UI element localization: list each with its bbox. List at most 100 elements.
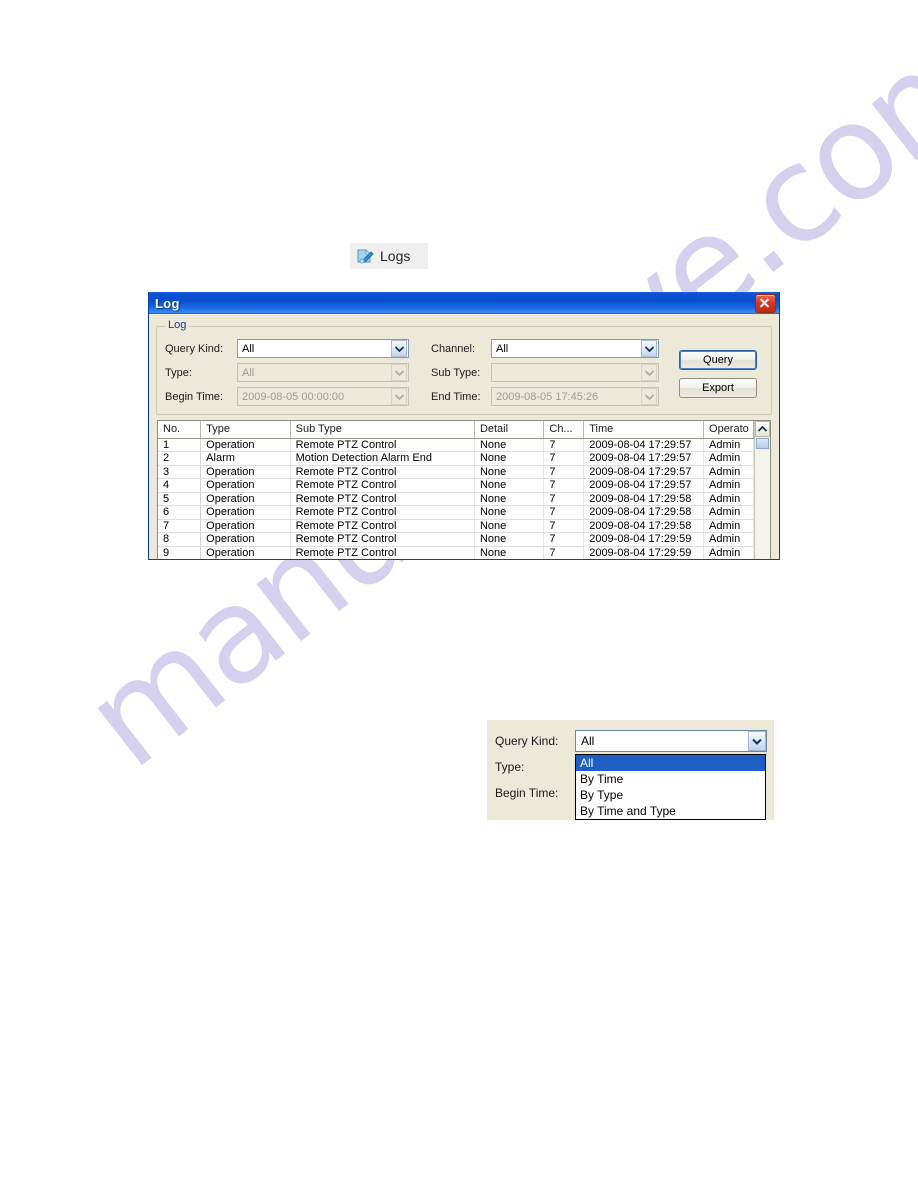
begin-time-label: Begin Time: bbox=[165, 390, 224, 403]
table-cell: Operation bbox=[200, 546, 291, 559]
scrollbar-track[interactable] bbox=[755, 450, 770, 559]
table-column-header[interactable]: Sub Type bbox=[290, 421, 475, 439]
query-kind-label: Query Kind: bbox=[165, 342, 224, 355]
dropdown-option[interactable]: By Type bbox=[576, 787, 765, 803]
query-button[interactable]: Query bbox=[679, 349, 757, 370]
table-cell: Remote PTZ Control bbox=[290, 492, 475, 506]
type-label: Type: bbox=[165, 366, 192, 379]
table-cell: Remote PTZ Control bbox=[290, 465, 475, 479]
end-time-label: End Time: bbox=[431, 390, 481, 403]
table-cell: Operation bbox=[200, 492, 291, 506]
dropdown-option[interactable]: By Time bbox=[576, 771, 765, 787]
table-cell: 7 bbox=[543, 505, 585, 520]
chevron-down-icon[interactable] bbox=[641, 340, 657, 357]
table-row[interactable]: 9 Operation Remote PTZ Control None 7 2009-08… bbox=[158, 546, 754, 559]
table-cell: Admin bbox=[703, 465, 754, 479]
table-cell: Admin bbox=[703, 451, 754, 466]
query-kind-option-list[interactable]: All By Time By Type By Time and Type bbox=[575, 754, 766, 820]
table-cell: 7 bbox=[543, 532, 585, 547]
table-column-header[interactable]: Operato bbox=[703, 421, 754, 439]
table-cell: Remote PTZ Control bbox=[290, 532, 475, 547]
table-row[interactable]: 5 Operation Remote PTZ Control None 7 2009-08… bbox=[158, 492, 754, 506]
table-cell: 2009-08-04 17:29:58 bbox=[583, 505, 705, 520]
channel-select[interactable]: All bbox=[491, 339, 659, 358]
logs-toolbar-label: Logs bbox=[380, 248, 411, 264]
begin-time-value: 2009-08-05 00:00:00 bbox=[242, 390, 345, 403]
query-kind-dropdown-callout: Query Kind: All Type: Begin Time: All By … bbox=[487, 720, 774, 820]
table-cell: Operation bbox=[200, 438, 291, 452]
dialog-title: Log bbox=[155, 295, 180, 311]
table-column-header[interactable]: Time bbox=[583, 421, 705, 439]
vertical-scrollbar[interactable] bbox=[754, 421, 770, 559]
table-cell: 2009-08-04 17:29:59 bbox=[584, 560, 704, 561]
table-cell: Admin bbox=[703, 532, 754, 547]
dropdown-option[interactable]: By Time and Type bbox=[576, 803, 765, 819]
begin-time-input: 2009-08-05 00:00:00 bbox=[237, 387, 409, 406]
table-row[interactable]: 1 Operation Remote PTZ Control None 7 2009-08… bbox=[158, 438, 754, 452]
table-cell: None bbox=[474, 492, 545, 506]
table-body: 1 Operation Remote PTZ Control None 7 2009-08… bbox=[158, 438, 754, 561]
table-column-header[interactable]: Detail bbox=[474, 421, 545, 439]
close-icon[interactable] bbox=[755, 293, 776, 313]
table-column-header[interactable]: Type bbox=[200, 421, 291, 439]
logs-toolbar-button[interactable]: Logs bbox=[350, 243, 428, 269]
chevron-down-icon[interactable] bbox=[391, 340, 407, 357]
table-row[interactable]: 3 Operation Remote PTZ Control None 7 2009-08… bbox=[158, 465, 754, 479]
table-row[interactable]: 10AlarmMotion Detection Alarm EndNone820… bbox=[158, 560, 754, 561]
table-cell: None bbox=[474, 505, 545, 520]
table-cell: 8 bbox=[158, 532, 202, 547]
table-cell: Admin bbox=[703, 519, 754, 533]
table-cell: 2009-08-04 17:29:58 bbox=[583, 492, 705, 506]
table-cell: 7 bbox=[543, 492, 585, 506]
table-cell: None bbox=[474, 519, 545, 533]
table-cell: None bbox=[474, 451, 545, 466]
table-cell: 2009-08-04 17:29:57 bbox=[583, 478, 705, 493]
table-cell: Motion Detection Alarm End bbox=[290, 451, 475, 466]
table-cell: Remote PTZ Control bbox=[290, 519, 475, 533]
table-cell: 7 bbox=[543, 546, 585, 559]
table-row[interactable]: 6 Operation Remote PTZ Control None 7 2009-08… bbox=[158, 505, 754, 520]
callout-begin-time-label: Begin Time: bbox=[495, 786, 559, 800]
table-row[interactable]: 4 Operation Remote PTZ Control None 7 2009-08… bbox=[158, 478, 754, 493]
chevron-down-icon bbox=[391, 388, 407, 405]
table-column-header[interactable]: Ch... bbox=[543, 421, 585, 439]
dropdown-option[interactable]: All bbox=[576, 755, 765, 771]
scrollbar-thumb[interactable] bbox=[756, 438, 769, 449]
dialog-titlebar[interactable]: Log bbox=[149, 292, 779, 314]
chevron-down-icon bbox=[391, 364, 407, 381]
callout-query-kind-select[interactable]: All bbox=[575, 730, 767, 752]
table-cell: None bbox=[474, 478, 545, 493]
table-cell: 5 bbox=[158, 492, 202, 506]
export-button[interactable]: Export bbox=[679, 377, 757, 398]
table-cell: 7 bbox=[543, 478, 585, 493]
table-cell: 7 bbox=[543, 438, 585, 452]
table-cell: 4 bbox=[158, 478, 202, 493]
type-select: All bbox=[237, 363, 409, 382]
table-cell: 2009-08-04 17:29:57 bbox=[583, 465, 705, 479]
table-cell: 3 bbox=[158, 465, 202, 479]
channel-label: Channel: bbox=[431, 342, 476, 355]
table-cell: Remote PTZ Control bbox=[290, 546, 475, 559]
table-cell: Alarm bbox=[201, 560, 290, 561]
type-value: All bbox=[242, 366, 255, 379]
table-cell: Alarm bbox=[200, 451, 291, 466]
table-row[interactable]: 2 Alarm Motion Detection Alarm End None 7 200… bbox=[158, 451, 754, 466]
chevron-up-icon[interactable] bbox=[755, 421, 770, 437]
chevron-down-icon bbox=[641, 388, 657, 405]
sub-type-select bbox=[491, 363, 659, 382]
table-row[interactable]: 7 Operation Remote PTZ Control None 7 2009-08… bbox=[158, 519, 754, 533]
chevron-down-icon[interactable] bbox=[748, 731, 766, 751]
table-cell: Motion Detection Alarm End bbox=[290, 560, 474, 561]
table-cell: 9 bbox=[158, 546, 202, 559]
end-time-input: 2009-08-05 17:45:26 bbox=[491, 387, 659, 406]
table-cell: Remote PTZ Control bbox=[290, 438, 475, 452]
table-column-header[interactable]: No. bbox=[158, 421, 202, 439]
action-buttons: Query Export bbox=[659, 348, 763, 398]
callout-query-kind-label: Query Kind: bbox=[495, 734, 559, 748]
callout-query-kind-value: All bbox=[581, 734, 595, 748]
log-query-groupbox: Log Query Kind: All Channel: All Query E… bbox=[156, 319, 772, 415]
table-row[interactable]: 8 Operation Remote PTZ Control None 7 2009-08… bbox=[158, 532, 754, 547]
table-cell: Operation bbox=[200, 505, 291, 520]
query-kind-select[interactable]: All bbox=[237, 339, 409, 358]
log-table: No. Type Sub Type Detail Ch... Time Operato 1O… bbox=[158, 421, 754, 561]
